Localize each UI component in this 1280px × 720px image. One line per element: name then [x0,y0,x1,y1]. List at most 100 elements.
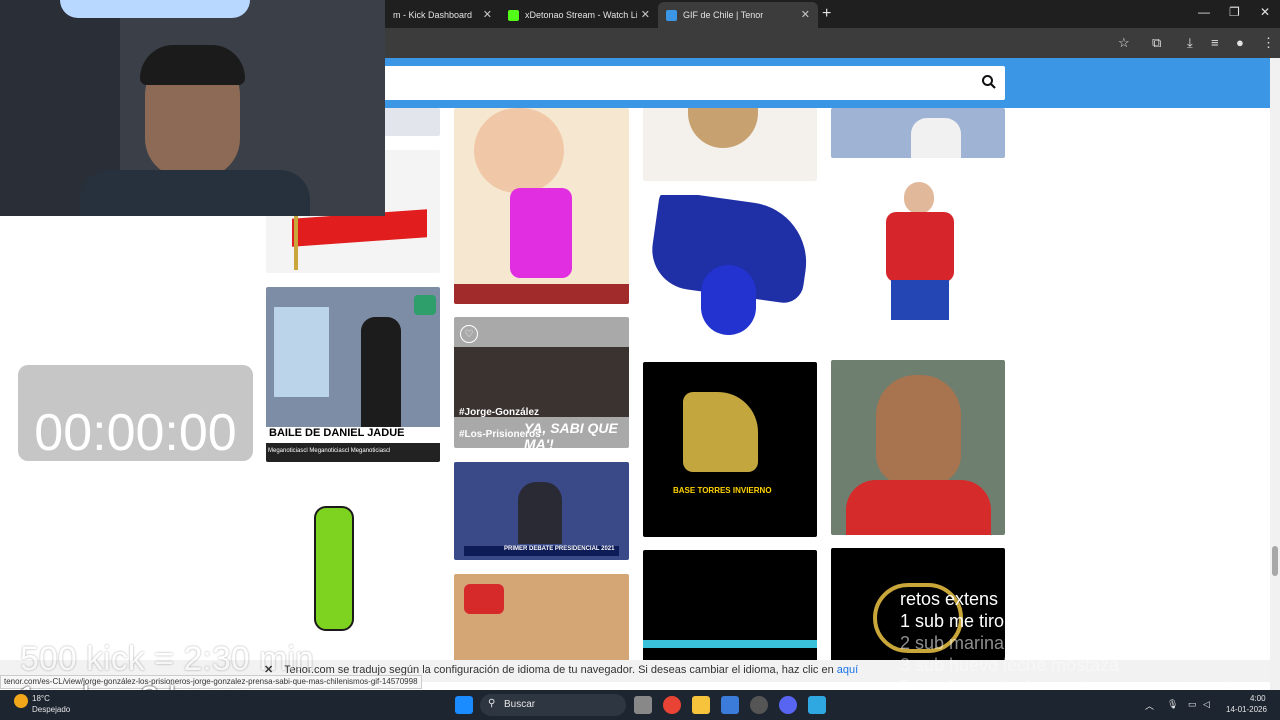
clock-time[interactable]: 4:00 [1250,694,1266,703]
pixel-pepper [314,506,354,631]
player-jersey [886,212,954,282]
tab-tenor-gif[interactable]: GIF de Chile | Tenor ✕ [658,2,818,28]
browser-menu-icon[interactable]: ⋮ [1262,35,1275,51]
kick-rule-text: 500 kick = 2:30 min [20,640,314,678]
cartoon-head [474,108,564,193]
gif-item[interactable] [266,476,440,666]
tab-xdetonao-stream[interactable]: xDetonao Stream - Watch Live ✕ [500,2,658,28]
obs-icon[interactable] [750,696,768,714]
gif-caption: PRIMER DEBATE PRESIDENCIAL 2021 [464,546,619,556]
webcam-overlay [0,0,385,216]
discord-icon[interactable] [779,696,797,714]
media-controls-icon[interactable]: ≡ [1211,35,1219,50]
gif-item[interactable]: BAILE DE DANIEL JADUE Meganoticiascl Meg… [266,287,440,462]
tenor-logo-icon [666,9,677,21]
tab-label: GIF de Chile | Tenor [683,10,764,20]
translate-link[interactable]: aquí [837,664,858,676]
taskbar-search[interactable]: ⚲ Buscar [480,694,626,716]
chrome-icon[interactable] [663,696,681,714]
tab-label: xDetonao Stream - Watch Live [525,10,637,20]
close-tab-icon[interactable]: ✕ [801,8,810,21]
start-windows-icon[interactable] [455,696,473,714]
gif-item[interactable] [831,172,1005,346]
favorite-heart-icon[interactable]: ♡ [460,325,478,343]
gif-caption: BAILE DE DANIEL JADUE [266,427,440,443]
close-tab-icon[interactable]: ✕ [483,8,492,21]
flag-pole [294,210,298,270]
gif-person [518,482,562,544]
retos-item: 3 sub huevo leche mostaza [900,655,1120,675]
gif-person [911,118,961,158]
search-icon: ⚲ [488,698,496,709]
retos-item: 1 sub me tiro [900,611,1005,631]
gif-screen [274,307,329,397]
tab-kick-dashboard[interactable]: m - Kick Dashboard ✕ [385,2,500,28]
windows-taskbar: 18°C Despejado ⚲ Buscar ︿ 🎙 ▭ ◁ 4:00 14-… [0,690,1280,720]
gif-item[interactable]: PRIMER DEBATE PRESIDENCIAL 2021 [454,462,629,560]
new-tab-button[interactable]: + [822,5,831,23]
gif-item[interactable] [643,108,817,181]
task-view-icon[interactable] [634,696,652,714]
gif-caption: #Jorge-González [459,407,540,418]
gif-caption: BASE TORRES INVIERNO [673,486,772,495]
download-icon[interactable]: ⤓ [1187,35,1193,51]
gif-banner: YA, SABI QUE MA'! [524,420,618,448]
bookmark-star-icon[interactable]: ☆ [1118,35,1130,51]
tab-label: m - Kick Dashboard [393,10,473,20]
weather-icon[interactable] [14,694,28,708]
kick-logo-icon [508,9,519,21]
webcam-light [60,0,250,18]
weather-desc[interactable]: Despejado [32,705,70,714]
gif-item[interactable] [831,108,1005,158]
player-head [904,182,934,214]
gif-person [361,317,401,427]
streamer-shirt [80,170,310,216]
microphone-icon[interactable]: 🎙 [1167,699,1178,710]
clock-date[interactable]: 14-01-2026 [1226,705,1267,714]
screen: { "browser": { "tabs": [ {"label": "m - … [0,0,1280,720]
cartoon-body [510,188,572,278]
page-scrollbar[interactable] [1270,58,1280,692]
channel-logo-icon [414,295,436,315]
search-icon[interactable] [981,74,997,90]
volume-icon[interactable]: ◁ [1203,699,1210,710]
streamer-hair [140,45,245,85]
extensions-icon[interactable]: ⧉ [1152,35,1161,51]
gif-item[interactable] [454,574,629,664]
stream-timer: 00:00:00 [18,365,253,462]
app-icon[interactable] [808,696,826,714]
retos-list: retos extens 1 sub me tiro 2 sub marina … [900,588,1241,698]
player-shorts [891,280,949,320]
coffee-cup [688,108,758,148]
weather-temp[interactable]: 18°C [32,694,50,703]
gif-item[interactable]: BASE TORRES INVIERNO [643,362,817,537]
minimize-button[interactable]: — [1198,5,1210,19]
retos-item: retos extens [900,589,999,609]
taskbar-search-label: Buscar [504,699,536,710]
gif-handles: Meganoticiascl Meganoticiascl Meganotici… [266,443,440,462]
scrollbar-thumb[interactable] [1272,546,1278,576]
maximize-button[interactable]: ❐ [1229,5,1240,19]
gif-item[interactable] [831,360,1005,535]
close-window-button[interactable]: ✕ [1260,5,1270,19]
store-icon[interactable] [721,696,739,714]
search-input[interactable] [375,66,1005,100]
gif-3d-shape [683,392,758,472]
player-jersey [846,480,991,535]
timer-value: 00:00:00 [34,404,237,462]
network-icon[interactable]: ▭ [1188,699,1197,710]
tray-chevron-icon[interactable]: ︿ [1145,699,1154,712]
cartoon-floor [454,284,629,304]
player-face [876,375,961,485]
gif-item[interactable] [643,550,817,666]
gif-light-strip [643,640,817,648]
file-explorer-icon[interactable] [692,696,710,714]
gif-item[interactable] [454,108,629,304]
gif-logo [464,584,504,614]
gif-item[interactable] [643,195,817,348]
mascot-body [701,265,756,335]
profile-avatar[interactable]: ● [1236,35,1244,50]
close-tab-icon[interactable]: ✕ [641,8,650,21]
retos-item: 2 sub marina con huevo [900,633,1093,653]
gif-item[interactable]: ♡ #Jorge-González #Los-Prisioneros YA, S… [454,317,629,448]
